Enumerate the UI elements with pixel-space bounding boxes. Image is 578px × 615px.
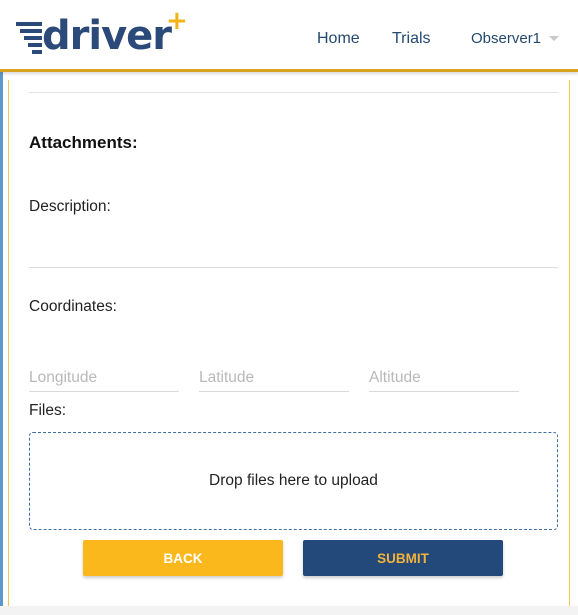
nav-trials-link[interactable]: Trials <box>392 30 431 48</box>
user-menu[interactable]: Observer1 <box>471 30 541 47</box>
files-label: Files: <box>29 402 67 419</box>
driver-logo[interactable]: driver + <box>14 6 189 59</box>
attachments-heading: Attachments: <box>29 133 138 152</box>
top-navigation-bar: driver + Home Trials Observer1 <box>0 0 578 72</box>
logo-plus-mark: + <box>166 6 188 36</box>
longitude-input[interactable] <box>29 365 179 392</box>
page-bottom-strip <box>0 606 578 615</box>
file-dropzone[interactable]: Drop files here to upload <box>29 432 558 530</box>
description-label: Description: <box>29 198 111 215</box>
logo-wordmark: driver <box>42 13 172 59</box>
coordinates-label: Coordinates: <box>29 298 117 315</box>
back-button[interactable]: BACK <box>83 540 283 576</box>
left-accent-bar <box>0 72 3 615</box>
altitude-input[interactable] <box>369 365 519 392</box>
speed-lines-icon <box>16 22 42 54</box>
nav-home-link[interactable]: Home <box>317 30 360 48</box>
section-divider <box>29 92 558 93</box>
submit-button[interactable]: SUBMIT <box>303 540 503 576</box>
description-input-underline[interactable] <box>29 267 558 268</box>
chevron-down-icon[interactable] <box>549 36 559 41</box>
dropzone-text: Drop files here to upload <box>209 472 378 489</box>
header-underline <box>0 69 578 72</box>
latitude-input[interactable] <box>199 365 349 392</box>
